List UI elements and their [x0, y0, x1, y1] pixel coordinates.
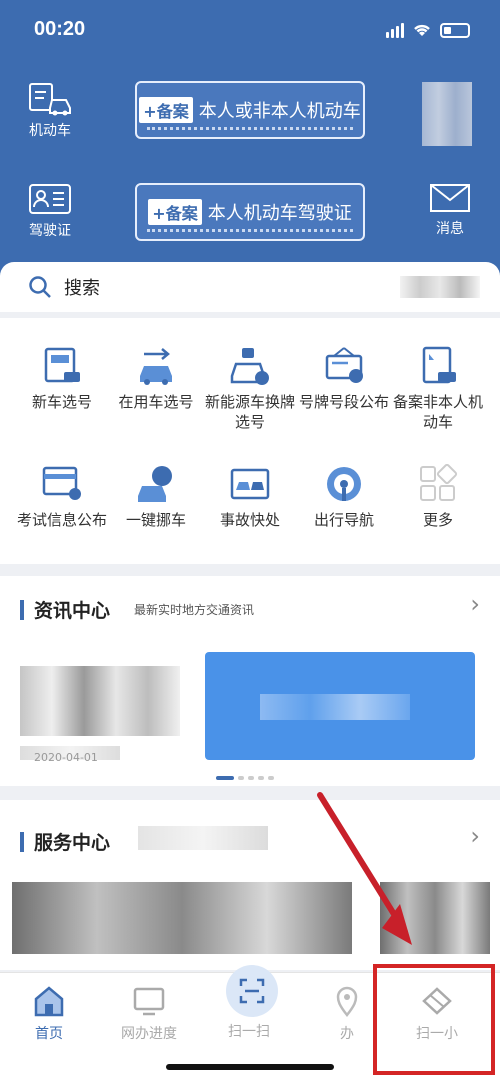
message-label: 消息: [436, 221, 464, 237]
new-car-icon: [44, 347, 80, 383]
service-image[interactable]: [12, 882, 352, 954]
section-bar: [20, 599, 24, 620]
chevron-right-icon[interactable]: ›: [470, 822, 480, 850]
record-license-banner[interactable]: +备案 本人机动车驾驶证: [135, 183, 365, 241]
service-label: 一键挪车: [125, 511, 186, 529]
record-vehicle-banner[interactable]: +备案 本人或非本人机动车: [135, 81, 365, 139]
blurred-search-hint: [400, 276, 480, 298]
license-card-icon: [29, 184, 71, 214]
tab-progress[interactable]: 网办进度: [104, 985, 194, 1043]
service-center-title: 服务中心: [34, 832, 111, 854]
service-more[interactable]: 更多: [390, 463, 486, 530]
license-label: 驾驶证: [29, 223, 71, 239]
vehicle-label: 机动车: [29, 123, 71, 139]
service-label: 备案非本人机动车: [392, 393, 483, 431]
search-label: 搜索: [64, 278, 100, 299]
blurred-news-text[interactable]: [20, 666, 180, 736]
service-label: 新能源车换牌选号: [204, 393, 295, 431]
scan-button[interactable]: [226, 965, 278, 1017]
vehicle-doc-icon: [29, 83, 71, 116]
accident-icon: [230, 468, 270, 500]
news-title: 资讯中心: [34, 600, 111, 622]
banner-dots: [147, 229, 353, 233]
blurred-avatar: [422, 82, 472, 146]
service-center-section: 服务中心 ›: [0, 800, 500, 970]
status-bar: 00:20: [0, 18, 500, 46]
move-car-icon: [138, 466, 172, 502]
vehicle-entry[interactable]: 机动车: [20, 80, 80, 140]
carousel-dots: [216, 776, 274, 780]
news-image[interactable]: [205, 652, 475, 760]
news-subtitle: 最新实时地方交通资讯: [134, 603, 255, 617]
tab-label: 首页: [35, 1026, 63, 1042]
blurred-subtitle: [138, 826, 268, 850]
more-grid-icon: [420, 463, 458, 501]
service-move-car[interactable]: 一键挪车: [108, 464, 204, 530]
service-label: 出行导航: [313, 511, 374, 529]
monitor-icon: [133, 987, 165, 1016]
service-new-car[interactable]: 新车选号: [14, 346, 110, 412]
battery-icon: [440, 22, 470, 38]
news-header[interactable]: 资讯中心 最新实时地方交通资讯: [20, 596, 254, 623]
service-label: 号牌号段公布: [298, 393, 389, 411]
header-banner: 00:20 机动车 驾驶证 +备案 本人或非本人机动车 +备案 本人机动车驾驶证…: [0, 0, 500, 300]
service-label: 事故快处: [219, 511, 280, 529]
message-entry[interactable]: 消息: [420, 182, 480, 238]
service-plate-announce[interactable]: 号牌号段公布: [296, 346, 392, 412]
service-center-header[interactable]: 服务中心: [20, 828, 110, 855]
tab-scan[interactable]: 扫一扫: [204, 1021, 294, 1041]
service-navigation[interactable]: 出行导航: [296, 464, 392, 530]
tab-label: 办: [340, 1026, 354, 1042]
news-section: 资讯中心 最新实时地方交通资讯 › 2020-04-01: [0, 576, 500, 786]
banner-dots: [147, 127, 353, 131]
mail-icon: [430, 184, 470, 212]
used-car-icon: [140, 348, 172, 385]
tab-label: 网办进度: [121, 1026, 177, 1042]
tab-home[interactable]: 首页: [4, 985, 94, 1043]
service-label: 更多: [422, 511, 453, 529]
home-indicator: [166, 1064, 334, 1070]
exam-info-icon: [42, 466, 81, 500]
ev-car-icon: [230, 348, 269, 385]
service-label: 考试信息公布: [16, 511, 107, 529]
banner-text: 本人机动车驾驶证: [207, 203, 352, 224]
service-label: 在用车选号: [118, 393, 194, 411]
red-highlight-box: [373, 964, 495, 1075]
service-used-car[interactable]: 在用车选号: [108, 346, 204, 412]
search-bar[interactable]: 搜索: [0, 262, 500, 312]
news-date: 2020-04-01: [20, 746, 120, 764]
record-car-icon: [422, 346, 456, 384]
section-bar: [20, 831, 24, 852]
record-tag: +备案: [148, 199, 202, 225]
banner-text: 本人或非本人机动车: [198, 101, 361, 122]
location-icon: [336, 986, 358, 1018]
service-image[interactable]: [380, 882, 490, 954]
status-time: 00:20: [34, 18, 86, 40]
plate-sign-icon: [325, 347, 363, 383]
navigation-icon: [327, 467, 361, 501]
license-entry[interactable]: 驾驶证: [20, 182, 80, 240]
service-exam-info[interactable]: 考试信息公布: [14, 464, 110, 530]
service-grid: 新车选号 在用车选号 新能源车换牌选号 号牌号段公布 备案非本人机动车 考试信息…: [0, 318, 500, 564]
service-label: 新车选号: [31, 393, 92, 411]
home-icon: [34, 986, 64, 1017]
record-tag: +备案: [139, 97, 193, 123]
chevron-right-icon[interactable]: ›: [470, 590, 480, 618]
search-icon: [29, 276, 51, 298]
service-accident[interactable]: 事故快处: [202, 464, 298, 530]
wifi-icon: [414, 24, 430, 36]
service-record-car[interactable]: 备案非本人机动车: [390, 346, 486, 432]
signal-icon: [386, 22, 404, 38]
service-ev-car[interactable]: 新能源车换牌选号: [202, 346, 298, 432]
scan-icon: [239, 978, 265, 1004]
tab-label: 扫一扫: [228, 1024, 270, 1040]
